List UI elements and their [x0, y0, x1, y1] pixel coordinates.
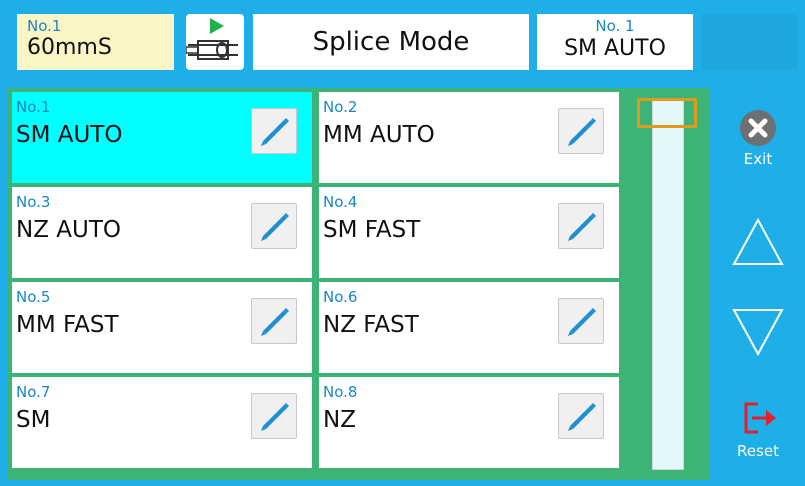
heat-program-button[interactable]: No.1 60mmS [17, 14, 174, 70]
splice-mode-grid: No.1 SM AUTO No.2 MM AUTO No.3 NZ AUTO N… [8, 88, 625, 480]
mode-cell[interactable]: No.4 SM FAST [319, 187, 619, 278]
mode-cell[interactable]: No.6 NZ FAST [319, 282, 619, 373]
edit-button[interactable] [251, 108, 297, 154]
mode-name: NZ FAST [323, 312, 419, 338]
mode-cell[interactable]: No.7 SM [12, 377, 312, 468]
mode-name: MM AUTO [323, 122, 435, 148]
current-mode-number: No. 1 [595, 17, 635, 35]
mode-number: No.6 [323, 288, 358, 306]
edit-button[interactable] [558, 108, 604, 154]
edit-button[interactable] [558, 203, 604, 249]
edit-button[interactable] [251, 203, 297, 249]
scroll-up-button[interactable] [730, 216, 786, 276]
header-empty-slot [701, 14, 797, 70]
mode-number: No.8 [323, 383, 358, 401]
scrollbar-area [625, 88, 710, 480]
mode-name: SM AUTO [16, 122, 123, 148]
mode-cell[interactable]: No.2 MM AUTO [319, 92, 619, 183]
top-bar: No.1 60mmS Splice Mode No. 1 SM AUTO [0, 0, 805, 88]
pencil-icon [261, 403, 289, 431]
pencil-icon [568, 403, 596, 431]
page-title: Splice Mode [253, 14, 529, 70]
mode-number: No.4 [323, 193, 358, 211]
pencil-icon [568, 308, 596, 336]
current-splice-mode[interactable]: No. 1 SM AUTO [537, 14, 693, 70]
mode-name: SM FAST [323, 217, 421, 243]
edit-button[interactable] [251, 393, 297, 439]
heat-program-name: 60mmS [27, 35, 112, 60]
mode-cell[interactable]: No.8 NZ [319, 377, 619, 468]
scroll-down-button[interactable] [730, 306, 786, 366]
triangle-up-icon [732, 217, 784, 265]
heat-program-number: No.1 [27, 17, 62, 35]
current-mode-name: SM AUTO [564, 36, 666, 61]
edit-button[interactable] [251, 298, 297, 344]
mode-number: No.5 [16, 288, 51, 306]
edit-button[interactable] [558, 298, 604, 344]
reset-label: Reset [737, 442, 779, 460]
mode-number: No.1 [16, 98, 51, 116]
pencil-icon [568, 118, 596, 146]
exit-button[interactable]: Exit [730, 106, 786, 178]
mode-number: No.3 [16, 193, 51, 211]
exit-label: Exit [743, 150, 773, 168]
edit-button[interactable] [558, 393, 604, 439]
scrollbar-track[interactable] [652, 98, 684, 470]
mode-name: NZ [323, 407, 356, 433]
pencil-icon [261, 213, 289, 241]
mode-name: MM FAST [16, 312, 119, 338]
pencil-icon [261, 308, 289, 336]
pencil-icon [261, 118, 289, 146]
mode-name: NZ AUTO [16, 217, 121, 243]
triangle-down-icon [732, 309, 784, 357]
reset-button[interactable]: Reset [730, 400, 786, 474]
heater-icon[interactable] [186, 14, 244, 70]
mode-name: SM [16, 407, 51, 433]
pencil-icon [568, 213, 596, 241]
scrollbar-thumb[interactable] [637, 98, 697, 128]
mode-cell[interactable]: No.3 NZ AUTO [12, 187, 312, 278]
reset-exit-icon [744, 402, 776, 434]
mode-cell[interactable]: No.5 MM FAST [12, 282, 312, 373]
side-panel: Exit Reset [710, 88, 805, 480]
close-circle-icon [740, 110, 776, 146]
mode-number: No.7 [16, 383, 51, 401]
mode-number: No.2 [323, 98, 358, 116]
mode-cell[interactable]: No.1 SM AUTO [12, 92, 312, 183]
